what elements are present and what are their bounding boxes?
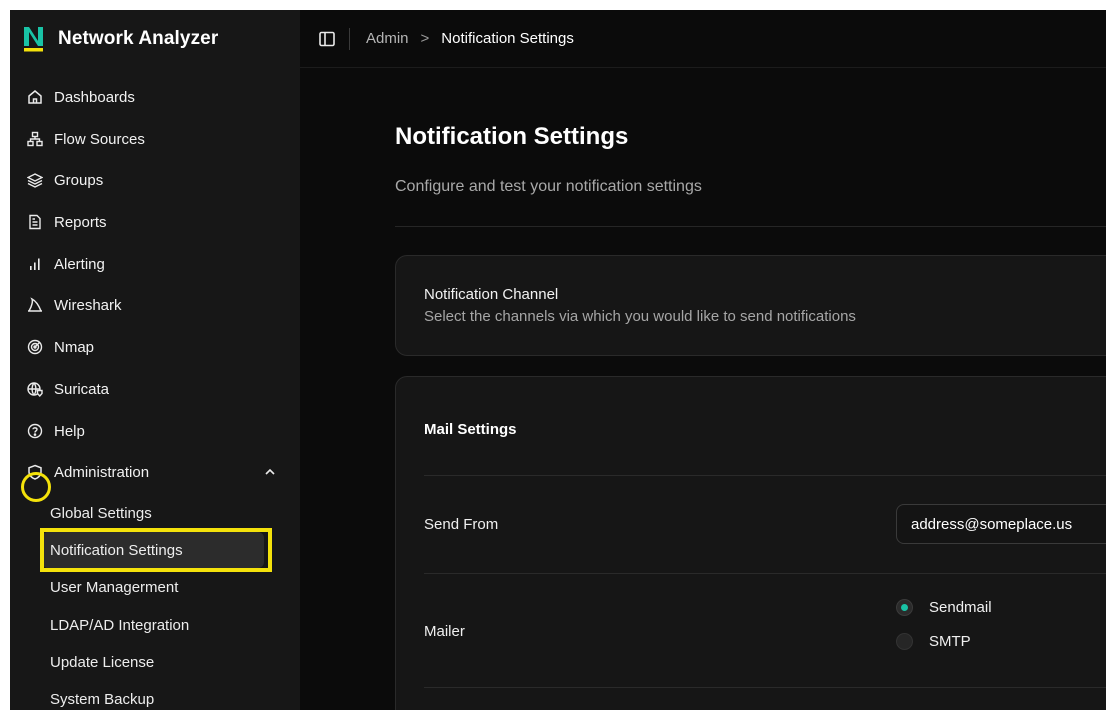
page-subtitle: Configure and test your notification set… [395, 178, 702, 195]
highlight-box-annotation [40, 528, 272, 572]
radio-label: Sendmail [929, 599, 992, 616]
sidebar-item-label: Wireshark [54, 296, 122, 314]
top-bar: Admin > Notification Settings [300, 10, 1106, 68]
brand-logo-icon [22, 25, 46, 53]
shark-fin-icon [26, 296, 44, 314]
breadcrumb: Admin > Notification Settings [366, 30, 574, 47]
sidebar-subitem-ldap-integration[interactable]: LDAP/AD Integration [42, 607, 264, 643]
divider [424, 573, 1106, 574]
sidebar-item-label: Nmap [54, 338, 95, 356]
sidebar-item-reports[interactable]: Reports [10, 202, 300, 242]
sidebar-item-nmap[interactable]: Nmap [10, 327, 300, 367]
breadcrumb-current: Notification Settings [441, 30, 574, 47]
globe-shield-icon [26, 380, 44, 398]
sidebar-item-label: Groups [54, 171, 104, 189]
radio-label: SMTP [929, 633, 971, 650]
admin-submenu-row: LDAP/AD Integration [10, 607, 300, 643]
send-from-input[interactable] [896, 504, 1106, 544]
radar-icon [26, 338, 44, 356]
sidebar-subitem-update-license[interactable]: Update License [42, 644, 264, 680]
admin-submenu-row: Update License [10, 644, 300, 680]
card-title: Mail Settings [424, 421, 517, 438]
sidebar-item-help[interactable]: Help [10, 411, 300, 451]
sidebar-item-flow-sources[interactable]: Flow Sources [10, 119, 300, 159]
divider [424, 475, 1106, 476]
layers-icon [26, 171, 44, 189]
admin-submenu-row: User Managerment [10, 569, 300, 605]
document-icon [26, 213, 44, 231]
mailer-label: Mailer [424, 623, 465, 640]
sidebar-subitem-global-settings[interactable]: Global Settings [42, 495, 264, 531]
subitem-label: Global Settings [50, 504, 152, 522]
app-window: Network Analyzer Dashboards Flow Sources… [10, 10, 1106, 710]
mail-settings-card: Mail Settings Send From Mailer Sendmail … [395, 376, 1106, 710]
breadcrumb-admin-link[interactable]: Admin [366, 30, 409, 47]
sidebar-item-label: Administration [54, 463, 150, 481]
admin-submenu-row: System Backup [10, 681, 300, 710]
sidebar-item-label: Alerting [54, 255, 105, 273]
sidebar-subitem-system-backup[interactable]: System Backup [42, 681, 264, 710]
main-content: Notification Settings Configure and test… [300, 68, 1106, 710]
breadcrumb-separator: > [420, 30, 430, 47]
card-subtitle: Select the channels via which you would … [424, 308, 856, 325]
subitem-label: LDAP/AD Integration [50, 616, 190, 634]
bar-signal-icon [26, 255, 44, 273]
sidebar-item-label: Flow Sources [54, 130, 145, 148]
sidebar-item-label: Dashboards [54, 88, 135, 106]
chevron-up-icon[interactable] [262, 464, 278, 480]
divider [395, 226, 1106, 227]
help-circle-icon [26, 422, 44, 440]
sidebar-toggle-icon[interactable] [318, 30, 336, 48]
highlight-circle-annotation [21, 472, 51, 502]
network-icon [26, 130, 44, 148]
sidebar-item-groups[interactable]: Groups [10, 160, 300, 200]
divider [424, 687, 1106, 688]
sidebar: Network Analyzer Dashboards Flow Sources… [10, 10, 300, 710]
mailer-option-sendmail[interactable]: Sendmail [896, 599, 992, 616]
subitem-label: System Backup [50, 690, 155, 708]
card-title: Notification Channel [424, 286, 559, 303]
sidebar-subitem-user-management[interactable]: User Managerment [42, 569, 264, 605]
brand[interactable]: Network Analyzer [22, 24, 218, 54]
radio-unselected-icon [896, 633, 913, 650]
divider [349, 28, 350, 50]
subitem-label: User Managerment [50, 578, 179, 596]
sidebar-item-administration[interactable]: Administration [10, 452, 300, 492]
sidebar-item-label: Reports [54, 213, 107, 231]
mailer-option-smtp[interactable]: SMTP [896, 633, 971, 650]
subitem-label: Update License [50, 653, 155, 671]
sidebar-item-label: Suricata [54, 380, 110, 398]
home-icon [26, 88, 44, 106]
sidebar-item-suricata[interactable]: Suricata [10, 369, 300, 409]
app-name: Network Analyzer [58, 28, 219, 49]
page-title: Notification Settings [395, 123, 629, 150]
sidebar-item-dashboards[interactable]: Dashboards [10, 77, 300, 117]
send-from-label: Send From [424, 516, 499, 533]
admin-submenu-row: Global Settings [10, 495, 300, 531]
notification-channel-card[interactable]: Notification Channel Select the channels… [395, 255, 1106, 356]
radio-selected-icon [896, 599, 913, 616]
sidebar-item-wireshark[interactable]: Wireshark [10, 285, 300, 325]
sidebar-item-alerting[interactable]: Alerting [10, 244, 300, 284]
sidebar-item-label: Help [54, 422, 85, 440]
